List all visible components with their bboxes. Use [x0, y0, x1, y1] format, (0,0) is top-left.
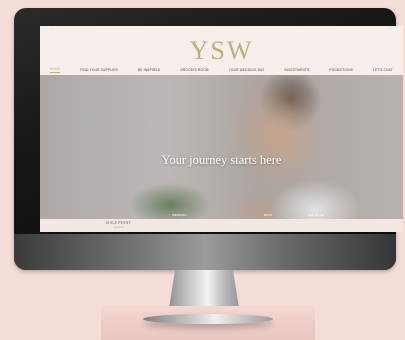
hero-link-blog[interactable]: BLOG [264, 213, 272, 217]
featured-brand-sub: BRIDAL [113, 226, 124, 229]
site-logo[interactable]: YSW [40, 38, 403, 64]
nav-item-home[interactable]: HOME [50, 67, 61, 73]
monitor-stand-base [101, 306, 315, 340]
top-utility-bar: — — — — [40, 26, 403, 32]
monitor-bezel: — — — — YSW HOME FIND YOUR SUPPLIER BE I… [14, 8, 403, 270]
featured-brand-name: ISALE PENNY [106, 221, 132, 225]
topbar-left-text: — — [50, 28, 55, 30]
main-navigation: HOME FIND YOUR SUPPLIER BE INSPIRED GROO… [50, 66, 393, 74]
topbar-right-text: — — [388, 28, 393, 30]
hero-banner: Your journey starts here WEDDING BLOG SE… [40, 75, 403, 219]
hero-overlay [40, 75, 403, 219]
nav-item-grooms-room[interactable]: GROOM'S ROOM [180, 68, 208, 72]
hero-title: Your journey starts here [161, 153, 282, 167]
website-screen: — — — — YSW HOME FIND YOUR SUPPLIER BE I… [40, 26, 403, 232]
hero-bottom-links: WEDDING BLOG SEE MORE [40, 209, 403, 217]
nav-item-lets-chat[interactable]: LET'S CHAT [373, 68, 393, 72]
hero-link-see-more[interactable]: SEE MORE [308, 213, 324, 217]
nav-item-investments[interactable]: INVESTMENTS [284, 68, 309, 72]
nav-item-promotions[interactable]: PROMOTIONS [329, 68, 353, 72]
featured-brand[interactable]: ISALE PENNY BRIDAL [106, 221, 131, 229]
nav-item-find-your-supplier[interactable]: FIND YOUR SUPPLIER [80, 68, 118, 72]
nav-item-be-inspired[interactable]: BE INSPIRED [138, 68, 160, 72]
featured-strip: ISALE PENNY BRIDAL [40, 219, 403, 232]
nav-item-your-wedding-day[interactable]: YOUR WEDDING DAY [229, 68, 265, 72]
monitor-chin [14, 234, 396, 270]
monitor-stand-foot [143, 314, 273, 324]
hero-link-wedding[interactable]: WEDDING [172, 213, 187, 217]
